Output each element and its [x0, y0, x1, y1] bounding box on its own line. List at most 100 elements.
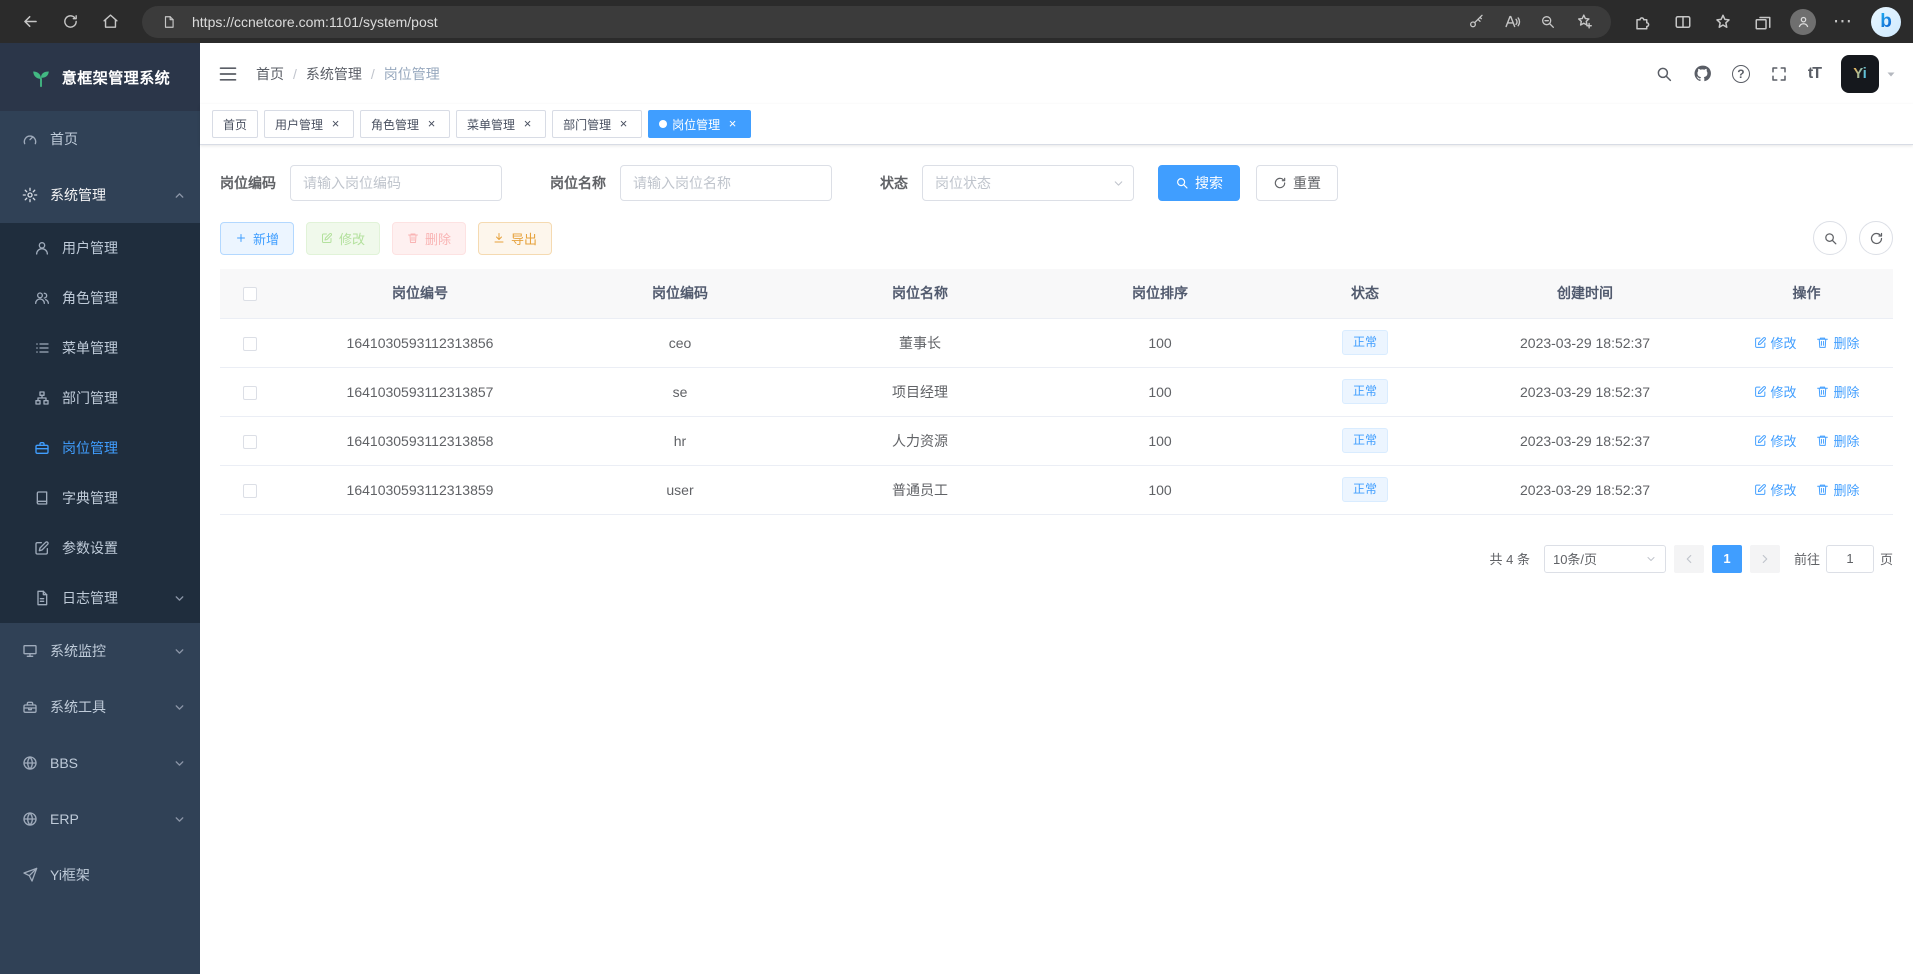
app-logo[interactable]: 意框架管理系统: [0, 43, 200, 111]
tab-role-management[interactable]: 角色管理×: [360, 110, 450, 138]
font-size-icon[interactable]: tT: [1798, 43, 1831, 104]
chevron-down-icon: [173, 757, 186, 770]
page-info-icon[interactable]: [156, 9, 182, 35]
post-code-group: 岗位编码: [220, 165, 502, 201]
caret-down-icon[interactable]: [1885, 68, 1897, 80]
password-key-icon[interactable]: [1463, 9, 1489, 35]
export-button[interactable]: 导出: [478, 222, 552, 255]
show-search-toggle-button[interactable]: [1813, 221, 1847, 255]
trash-icon: [1816, 385, 1829, 398]
help-icon[interactable]: ?: [1722, 43, 1760, 104]
col-actions: 操作: [1720, 269, 1893, 318]
user-avatar[interactable]: Yi: [1841, 55, 1879, 93]
system-management-submenu: 用户管理 角色管理 菜单管理 部门管理 岗位管理 字典管理: [0, 223, 200, 623]
browser-refresh-button[interactable]: [52, 5, 88, 39]
tab-post-management[interactable]: 岗位管理×: [648, 110, 751, 138]
close-icon[interactable]: ×: [328, 117, 343, 132]
cell-actions: 修改 删除: [1720, 416, 1893, 465]
collections-icon[interactable]: [1745, 5, 1781, 39]
row-checkbox[interactable]: [243, 386, 257, 400]
row-checkbox[interactable]: [243, 484, 257, 498]
sidebar-item-log-management[interactable]: 日志管理: [0, 573, 200, 623]
add-favorite-star-icon[interactable]: [1571, 9, 1597, 35]
delete-button[interactable]: 删除: [392, 222, 466, 255]
sidebar-item-label: 岗位管理: [62, 438, 118, 458]
sidebar-collapse-icon[interactable]: [200, 43, 256, 104]
user-icon: [34, 240, 50, 256]
prev-page-button[interactable]: [1674, 545, 1704, 573]
breadcrumb-home[interactable]: 首页: [256, 64, 284, 84]
sidebar-item-parameter-settings[interactable]: 参数设置: [0, 523, 200, 573]
sidebar-item-post-management[interactable]: 岗位管理: [0, 423, 200, 473]
table-row: 1641030593112313857 se 项目经理 100 正常 2023-…: [220, 367, 1893, 416]
sidebar-item-role-management[interactable]: 角色管理: [0, 273, 200, 323]
row-delete-link[interactable]: 删除: [1816, 480, 1859, 499]
sidebar-item-dictionary-management[interactable]: 字典管理: [0, 473, 200, 523]
browser-menu-icon[interactable]: ⋯: [1825, 5, 1861, 39]
sidebar-item-menu-management[interactable]: 菜单管理: [0, 323, 200, 373]
status-badge: 正常: [1342, 330, 1388, 355]
row-delete-link[interactable]: 删除: [1816, 431, 1859, 450]
sidebar-item-user-management[interactable]: 用户管理: [0, 223, 200, 273]
page-number-button[interactable]: 1: [1712, 545, 1742, 573]
row-checkbox[interactable]: [243, 435, 257, 449]
address-bar[interactable]: https://ccnetcore.com:1101/system/post: [142, 6, 1611, 38]
page-size-select[interactable]: 10条/页: [1544, 545, 1666, 573]
monitor-icon: [22, 643, 38, 659]
close-icon[interactable]: ×: [424, 117, 439, 132]
select-all-checkbox[interactable]: [243, 287, 257, 301]
extensions-icon[interactable]: [1625, 5, 1661, 39]
sidebar-item-system-monitor[interactable]: 系统监控: [0, 623, 200, 679]
browser-profile-button[interactable]: [1785, 5, 1821, 39]
close-icon[interactable]: ×: [725, 117, 740, 132]
sidebar-item-system-management[interactable]: 系统管理: [0, 167, 200, 223]
close-icon[interactable]: ×: [520, 117, 535, 132]
tab-home[interactable]: 首页: [212, 110, 258, 138]
cell-actions: 修改 删除: [1720, 465, 1893, 514]
cell-post-name: 项目经理: [800, 367, 1040, 416]
table-row: 1641030593112313856 ceo 董事长 100 正常 2023-…: [220, 318, 1893, 367]
split-screen-icon[interactable]: [1665, 5, 1701, 39]
edit-button[interactable]: 修改: [306, 222, 380, 255]
navbar-actions: ? tT Yi: [1645, 43, 1913, 104]
sidebar-item-system-tools[interactable]: 系统工具: [0, 679, 200, 735]
tab-user-management[interactable]: 用户管理×: [264, 110, 354, 138]
close-icon[interactable]: ×: [616, 117, 631, 132]
header-search-icon[interactable]: [1645, 43, 1683, 104]
search-button[interactable]: 搜索: [1158, 165, 1240, 201]
goto-page-input[interactable]: [1826, 545, 1874, 573]
add-button[interactable]: 新增: [220, 222, 294, 255]
row-delete-link[interactable]: 删除: [1816, 333, 1859, 352]
fullscreen-icon[interactable]: [1760, 43, 1798, 104]
read-aloud-icon[interactable]: [1499, 9, 1525, 35]
bing-chat-icon[interactable]: b: [1871, 7, 1901, 37]
sidebar-item-department-management[interactable]: 部门管理: [0, 373, 200, 423]
sidebar-item-erp[interactable]: ERP: [0, 791, 200, 847]
browser-toolbar: https://ccnetcore.com:1101/system/post ⋯…: [0, 0, 1913, 43]
reset-button[interactable]: 重置: [1256, 165, 1338, 201]
sidebar-item-home[interactable]: 首页: [0, 111, 200, 167]
tab-department-management[interactable]: 部门管理×: [552, 110, 642, 138]
row-checkbox[interactable]: [243, 337, 257, 351]
refresh-table-button[interactable]: [1859, 221, 1893, 255]
row-edit-link[interactable]: 修改: [1754, 431, 1797, 450]
sidebar-item-yi-framework[interactable]: Yi框架: [0, 847, 200, 903]
row-edit-link[interactable]: 修改: [1754, 480, 1797, 499]
row-delete-link[interactable]: 删除: [1816, 382, 1859, 401]
sidebar-item-bbs[interactable]: BBS: [0, 735, 200, 791]
favorites-icon[interactable]: [1705, 5, 1741, 39]
next-page-button[interactable]: [1750, 545, 1780, 573]
tab-menu-management[interactable]: 菜单管理×: [456, 110, 546, 138]
zoom-icon[interactable]: [1535, 9, 1561, 35]
status-select[interactable]: 岗位状态: [922, 165, 1134, 201]
row-edit-link[interactable]: 修改: [1754, 382, 1797, 401]
post-code-input[interactable]: [290, 165, 502, 201]
breadcrumb-system-management[interactable]: 系统管理: [306, 64, 362, 84]
post-name-input[interactable]: [620, 165, 832, 201]
row-edit-link[interactable]: 修改: [1754, 333, 1797, 352]
browser-back-button[interactable]: [12, 5, 48, 39]
browser-home-button[interactable]: [92, 5, 128, 39]
github-icon[interactable]: [1683, 43, 1722, 104]
document-icon: [34, 590, 50, 606]
table-toolbar: 新增 修改 删除 导出: [220, 221, 1893, 255]
